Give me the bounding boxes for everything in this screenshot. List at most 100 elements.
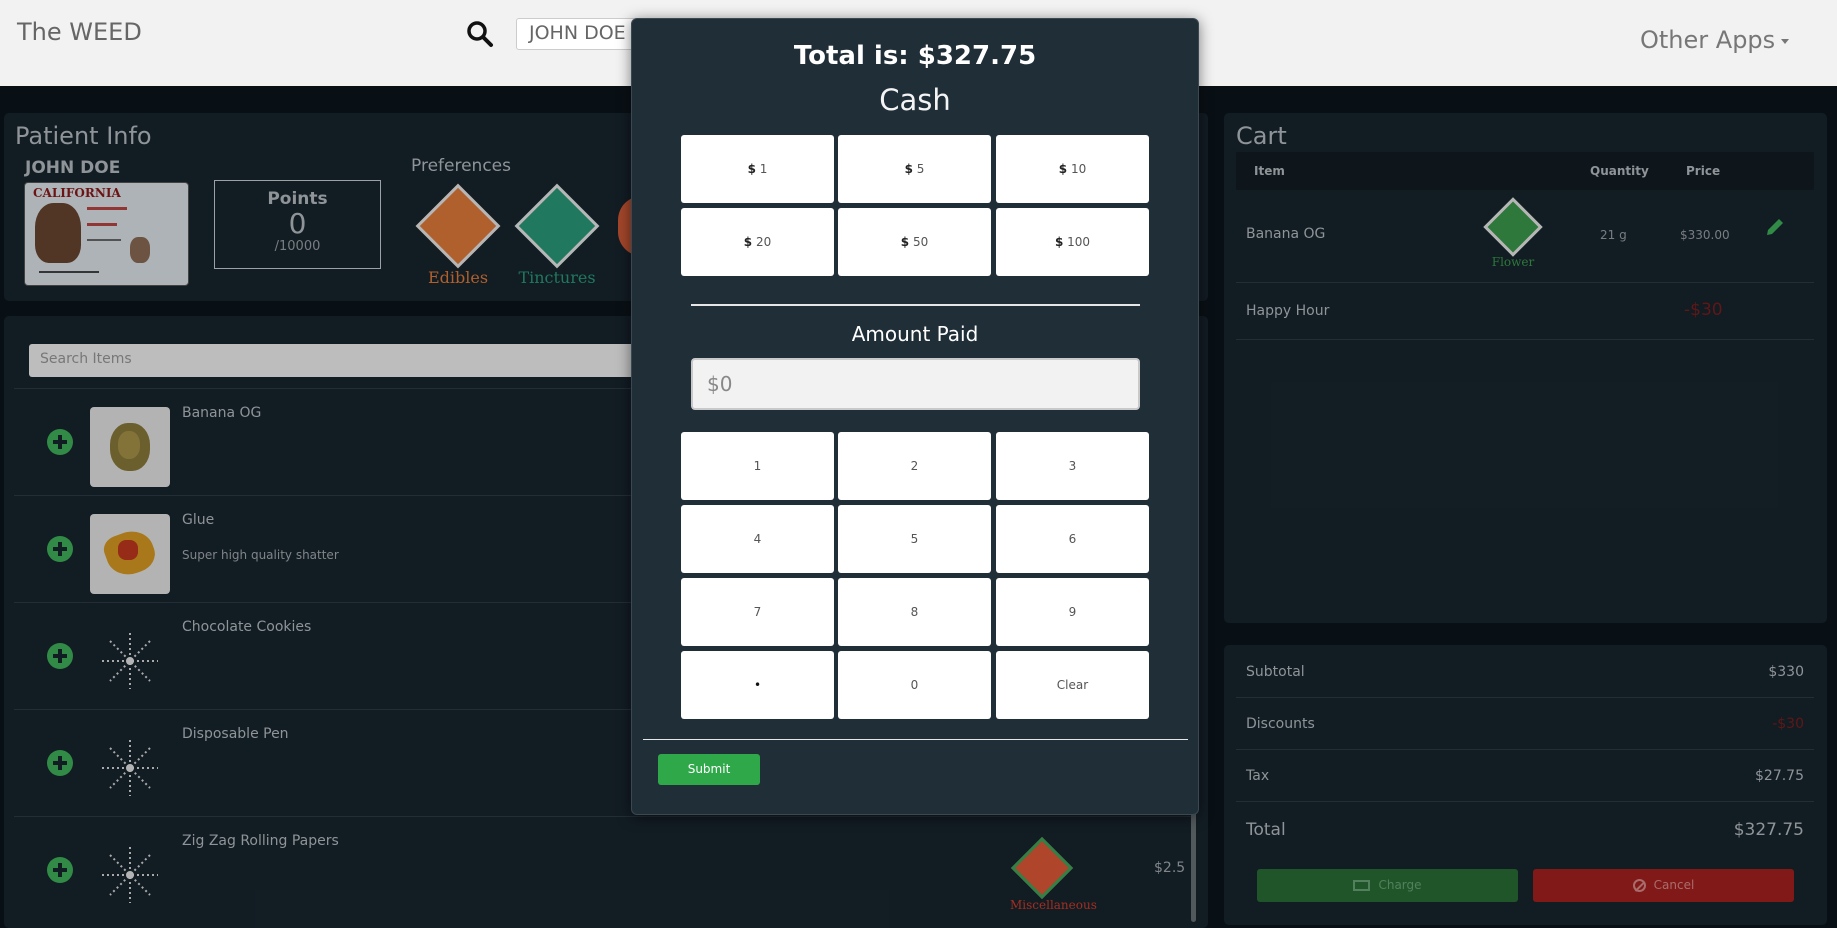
total-value: $327.75	[1733, 820, 1804, 840]
column-header: Price	[1686, 164, 1721, 178]
category-badge-miscellaneous: Miscellaneous	[1010, 836, 1097, 912]
modal-total-title: Total is: $327.75	[793, 41, 1037, 71]
submit-button[interactable]: Submit	[658, 754, 760, 785]
item-name: Banana OG	[182, 405, 262, 421]
add-item-icon[interactable]	[47, 750, 73, 776]
cart-item-name: Happy Hour	[1246, 303, 1330, 319]
total-label: Total	[1246, 820, 1286, 840]
item-description: Super high quality shatter	[182, 548, 339, 562]
license-line	[87, 223, 117, 226]
keypad-key[interactable]: 1	[681, 432, 834, 500]
keypad-key[interactable]: 3	[996, 432, 1149, 500]
quick-amount-button[interactable]: $ 20	[681, 208, 834, 276]
add-item-icon[interactable]	[47, 536, 73, 562]
license-line	[87, 239, 121, 241]
keypad-key[interactable]: 8	[838, 578, 991, 646]
category-badge-flower: Flower	[1479, 197, 1547, 269]
quick-amount-label: 100	[1067, 235, 1091, 249]
ban-icon	[1632, 879, 1646, 892]
search-items-input[interactable]: Search Items	[29, 344, 669, 377]
keypad-clear-key[interactable]: Clear	[996, 651, 1149, 719]
cart-title: Cart	[1236, 122, 1287, 150]
placeholder-burst-icon	[102, 633, 158, 689]
keypad-key[interactable]: 6	[996, 505, 1149, 573]
quick-amount-button[interactable]: $ 100	[996, 208, 1149, 276]
tax-label: Tax	[1246, 768, 1270, 784]
cancel-label: Cancel	[1653, 878, 1695, 892]
drivers-license-image[interactable]: CALIFORNIA	[24, 182, 189, 286]
other-apps-dropdown[interactable]: Other Apps	[1640, 26, 1790, 54]
discounts-label: Discounts	[1246, 716, 1315, 732]
other-apps-label: Other Apps	[1640, 26, 1776, 54]
dollar-sign: $	[1058, 162, 1068, 176]
preference-edibles[interactable]: Edibles	[412, 183, 504, 287]
charge-button[interactable]: Charge	[1257, 869, 1518, 902]
amount-paid-label: Amount Paid	[851, 322, 979, 346]
item-name: Zig Zag Rolling Papers	[182, 833, 339, 849]
amount-paid-input[interactable]: $0	[691, 358, 1140, 410]
keypad-key[interactable]: 7	[681, 578, 834, 646]
quick-amount-button[interactable]: $ 10	[996, 135, 1149, 203]
add-item-icon[interactable]	[47, 643, 73, 669]
license-ghost-photo	[130, 237, 150, 263]
cart-item-quantity: 21 g	[1600, 228, 1627, 242]
keypad-key[interactable]: 2	[838, 432, 991, 500]
brand-title[interactable]: The WEED	[17, 18, 142, 46]
quick-amount-label: 5	[916, 162, 925, 176]
keypad-key[interactable]: 4	[681, 505, 834, 573]
keypad-key[interactable]: 0	[838, 651, 991, 719]
placeholder-burst-icon	[102, 847, 158, 903]
item-name: Glue	[182, 512, 215, 528]
preference-label: Edibles	[427, 268, 489, 287]
column-header: Item	[1254, 164, 1285, 178]
preference-label: Tinctures	[518, 268, 596, 287]
category-label: Flower	[1491, 255, 1535, 269]
points-max: /10000	[274, 239, 321, 254]
tax-value: $27.75	[1755, 768, 1804, 784]
cart-item-price: $330.00	[1680, 228, 1730, 242]
cart-item-name: Banana OG	[1246, 226, 1326, 242]
placeholder-burst-icon	[102, 740, 158, 796]
edibles-icon	[415, 183, 501, 269]
preferences-title: Preferences	[411, 156, 511, 176]
divider	[691, 304, 1140, 306]
divider	[643, 739, 1188, 740]
keypad-key[interactable]: 9	[996, 578, 1149, 646]
license-photo	[35, 203, 81, 263]
discounts-row: Discounts -$30	[1236, 698, 1814, 750]
flower-icon	[1483, 197, 1543, 257]
category-label: Miscellaneous	[1010, 898, 1097, 912]
cancel-button[interactable]: Cancel	[1533, 869, 1794, 902]
quick-amount-label: 20	[755, 235, 772, 249]
cash-icon	[1353, 880, 1371, 891]
total-row: Total $327.75	[1236, 802, 1814, 854]
item-price: $2.5	[1154, 860, 1186, 876]
subtotal-label: Subtotal	[1246, 664, 1305, 680]
add-item-icon[interactable]	[47, 857, 73, 883]
points-card: Points 0 /10000	[214, 180, 381, 269]
caret-down-icon	[1781, 38, 1790, 44]
cart-row[interactable]: Happy Hour -$30	[1236, 283, 1814, 340]
item-thumbnail	[90, 514, 170, 594]
keypad-decimal-key[interactable]: •	[681, 651, 834, 719]
quick-amount-button[interactable]: $ 1	[681, 135, 834, 203]
quick-amount-button[interactable]: $ 5	[838, 135, 991, 203]
dollar-sign: $	[743, 235, 753, 249]
edit-pencil-icon[interactable]	[1764, 216, 1786, 238]
points-value: 0	[288, 207, 307, 240]
cart-table-header: Item Quantity Price	[1236, 152, 1814, 190]
license-line	[87, 207, 127, 210]
quick-amount-label: 50	[912, 235, 929, 249]
quick-amount-button[interactable]: $ 50	[838, 208, 991, 276]
tax-row: Tax $27.75	[1236, 750, 1814, 802]
items-scrollbar[interactable]	[1191, 812, 1196, 922]
quick-amount-label: 10	[1070, 162, 1087, 176]
item-name: Disposable Pen	[182, 726, 289, 742]
add-item-icon[interactable]	[47, 429, 73, 455]
preference-tinctures[interactable]: Tinctures	[511, 183, 603, 287]
keypad-key[interactable]: 5	[838, 505, 991, 573]
patient-info-title: Patient Info	[15, 122, 152, 150]
search-icon[interactable]	[466, 20, 494, 48]
payment-method: Cash	[879, 83, 951, 117]
cart-item-price: -$30	[1684, 300, 1723, 320]
